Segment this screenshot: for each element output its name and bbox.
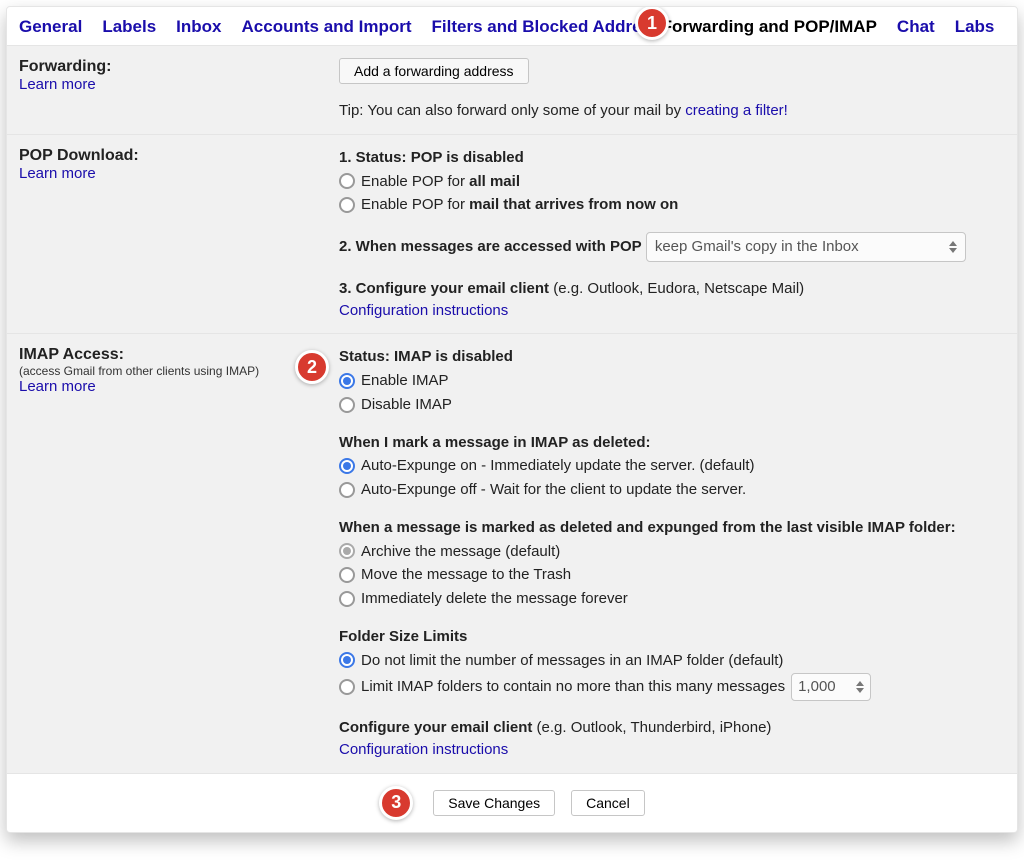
imap-expunged-label: When a message is marked as deleted and … (339, 517, 1005, 539)
pop-opt-all-mail: Enable POP for all mail (361, 171, 520, 193)
pop-status-label: 1. Status: (339, 149, 411, 166)
radio-auto-expunge-off[interactable] (339, 482, 355, 498)
radio-disable-imap[interactable] (339, 397, 355, 413)
imap-trash-label: Move the message to the Trash (361, 564, 571, 586)
annotation-3-icon: 3 (379, 786, 413, 820)
radio-folder-limit[interactable] (339, 679, 355, 695)
section-imap-access: IMAP Access: (access Gmail from other cl… (7, 333, 1017, 772)
tab-labels[interactable]: Labels (102, 17, 156, 37)
pop-configuration-instructions-link[interactable]: Configuration instructions (339, 300, 1005, 322)
tab-inbox[interactable]: Inbox (176, 17, 221, 37)
radio-move-to-trash[interactable] (339, 567, 355, 583)
radio-archive-message[interactable] (339, 543, 355, 559)
updown-caret-icon (949, 241, 957, 253)
tab-accounts-import[interactable]: Accounts and Import (242, 17, 412, 37)
pop-status-value: POP is disabled (411, 149, 524, 166)
settings-tabs: General Labels Inbox Accounts and Import… (7, 7, 1017, 45)
forwarding-title: Forwarding: (19, 58, 329, 76)
tab-general[interactable]: General (19, 17, 82, 37)
radio-pop-from-now[interactable] (339, 197, 355, 213)
folder-limit-select[interactable]: 1,000 (791, 673, 871, 701)
section-forwarding: Forwarding: Learn more Add a forwarding … (7, 45, 1017, 134)
pop-title: POP Download: (19, 147, 329, 165)
tab-chat[interactable]: Chat (897, 17, 935, 37)
pop-when-accessed-select[interactable]: keep Gmail's copy in the Inbox (646, 232, 966, 262)
forwarding-tip: Tip: You can also forward only some of y… (339, 100, 1005, 122)
section-pop-download: POP Download: Learn more 1. Status: POP … (7, 134, 1017, 334)
annotation-2-icon: 2 (295, 350, 329, 384)
radio-delete-forever[interactable] (339, 591, 355, 607)
imap-folder-limit-label: Limit IMAP folders to contain no more th… (361, 676, 785, 698)
imap-archive-label: Archive the message (default) (361, 541, 560, 563)
imap-learn-more-link[interactable]: Learn more (19, 378, 287, 395)
tab-labs[interactable]: Labs (955, 17, 995, 37)
forwarding-tip-text: Tip: You can also forward only some of y… (339, 102, 685, 119)
imap-delete-label: Immediately delete the message forever (361, 588, 628, 610)
radio-folder-no-limit[interactable] (339, 652, 355, 668)
imap-status: Status: IMAP is disabled (339, 346, 1005, 368)
pop-opt-from-now: Enable POP for mail that arrives from no… (361, 194, 678, 216)
imap-enable-label: Enable IMAP (361, 370, 449, 392)
radio-auto-expunge-on[interactable] (339, 458, 355, 474)
cancel-button[interactable]: Cancel (571, 790, 645, 816)
imap-configuration-instructions-link[interactable]: Configuration instructions (339, 739, 1005, 761)
updown-caret-icon (856, 681, 864, 693)
imap-folder-size-label: Folder Size Limits (339, 626, 1005, 648)
pop-when-accessed-label: 2. When messages are accessed with POP (339, 238, 642, 255)
radio-pop-all-mail[interactable] (339, 173, 355, 189)
imap-configure-client: Configure your email client (e.g. Outloo… (339, 717, 1005, 739)
pop-status: 1. Status: POP is disabled (339, 147, 1005, 169)
creating-a-filter-link[interactable]: creating a filter! (685, 102, 788, 119)
tab-forwarding-pop-imap[interactable]: Forwarding and POP/IMAP (662, 17, 877, 37)
pop-learn-more-link[interactable]: Learn more (19, 165, 329, 182)
save-changes-button[interactable]: Save Changes (433, 790, 555, 816)
radio-enable-imap[interactable] (339, 373, 355, 389)
tab-filters-blocked[interactable]: Filters and Blocked Addre (432, 17, 642, 37)
imap-deleted-label: When I mark a message in IMAP as deleted… (339, 432, 1005, 454)
add-forwarding-address-button[interactable]: Add a forwarding address (339, 58, 529, 84)
forwarding-learn-more-link[interactable]: Learn more (19, 76, 329, 93)
settings-footer: 3 Save Changes Cancel (7, 773, 1017, 832)
imap-expunge-on-label: Auto-Expunge on - Immediately update the… (361, 455, 755, 477)
folder-limit-value: 1,000 (798, 676, 836, 698)
imap-title: IMAP Access: (19, 346, 287, 364)
imap-disable-label: Disable IMAP (361, 394, 452, 416)
pop-when-accessed-value: keep Gmail's copy in the Inbox (655, 236, 859, 258)
imap-expunge-off-label: Auto-Expunge off - Wait for the client t… (361, 479, 746, 501)
annotation-1-icon: 1 (635, 6, 669, 40)
imap-subtitle: (access Gmail from other clients using I… (19, 364, 287, 378)
imap-folder-nolimit-label: Do not limit the number of messages in a… (361, 650, 783, 672)
pop-configure-client: 3. Configure your email client (e.g. Out… (339, 278, 1005, 300)
